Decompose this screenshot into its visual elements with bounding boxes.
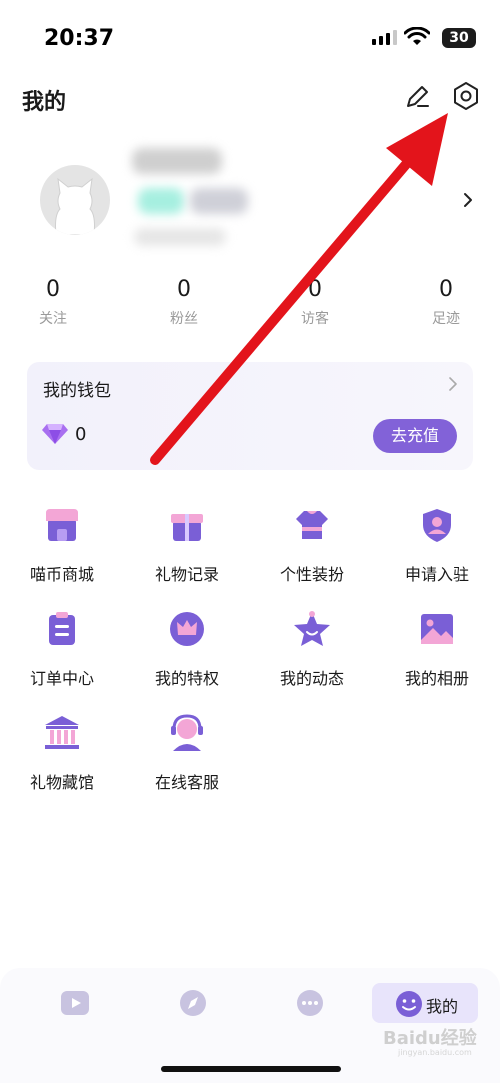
tab-smile-icon[interactable] [394, 989, 424, 1019]
tab-message-icon[interactable] [295, 988, 325, 1018]
home-indicator[interactable] [161, 1066, 341, 1072]
annotation-arrow [150, 113, 448, 465]
tab-mine-label: 我的 [426, 997, 459, 1016]
watermark: Baidu经验 [383, 1028, 477, 1049]
tab-video-icon[interactable] [60, 988, 90, 1018]
tab-compass-icon[interactable] [178, 988, 208, 1018]
watermark-sub: jingyan.baidu.com [398, 1048, 472, 1057]
tab-mine[interactable] [372, 983, 478, 1023]
